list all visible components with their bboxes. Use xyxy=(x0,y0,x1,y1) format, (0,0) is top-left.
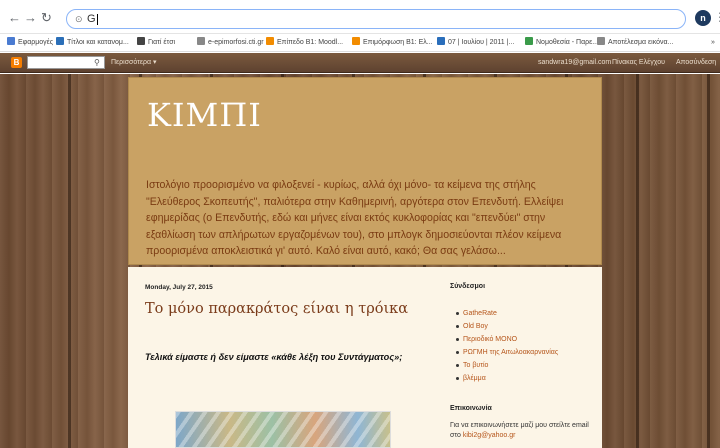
sidebar-link-item[interactable]: Το βυτίο xyxy=(456,359,558,372)
sidebar-link-item[interactable]: ΡΩΓΜΗ της Αιτωλοακαρνανίας xyxy=(456,346,558,359)
address-text: G xyxy=(87,13,96,25)
bookmark-label: Γιατί έτσι xyxy=(148,39,176,46)
bookmarks-bar: Εφαρμογές Τίτλοι και κατανομ... Γιατί έτσι… xyxy=(0,34,720,52)
bookmark-label: Εφαρμογές xyxy=(18,39,54,46)
document-icon xyxy=(197,37,205,45)
user-email: sandwra19@gmail.com xyxy=(538,59,612,66)
more-menu-link[interactable]: Περισσότερα ▾ xyxy=(111,58,157,68)
bookmark-item[interactable]: Νομοθεσία - Παρε... xyxy=(525,37,598,48)
profile-avatar[interactable]: n xyxy=(695,10,711,26)
post-subtitle: Τελικά είμαστε ή δεν είμαστε «κάθε λέξη … xyxy=(145,352,403,362)
blog-header: ΚΙΜΠΙ Ιστολόγιο προορισμένο να φιλοξενεί… xyxy=(128,77,602,265)
apps-grid-icon xyxy=(7,37,15,45)
bookmark-label: Αποτέλεσμα εικόνα... xyxy=(608,39,674,46)
wordpress-icon xyxy=(437,37,445,45)
links-list: GatheRate Old Boy Περιοδικό ΜΟΝΟ ΡΩΓΜΗ της … xyxy=(456,307,558,385)
bookmark-item[interactable]: Αποτέλεσμα εικόνα... xyxy=(597,37,673,48)
figure-icon xyxy=(525,37,533,45)
signout-link[interactable]: Αποσύνδεση xyxy=(676,58,716,68)
post-image[interactable] xyxy=(175,411,391,448)
contact-widget-title: Επικοινωνία xyxy=(450,405,492,412)
bookmark-item[interactable]: Επίπεδο Β1: Moodl... xyxy=(266,37,343,48)
bookmark-label: Νομοθεσία - Παρε... xyxy=(536,39,599,46)
site-icon xyxy=(56,37,64,45)
blog-title[interactable]: ΚΙΜΠΙ xyxy=(147,96,262,134)
dashboard-link[interactable]: Πίνακας Ελέγχου xyxy=(612,58,665,68)
more-bookmarks-button[interactable]: » xyxy=(711,37,715,48)
forward-arrow-icon[interactable]: → xyxy=(24,11,37,24)
bookmark-label: 07 | Ιουλίου | 2011 |... xyxy=(448,39,515,46)
bookmark-item[interactable]: 07 | Ιουλίου | 2011 |... xyxy=(437,37,514,48)
sidebar-link-item[interactable]: Old Boy xyxy=(456,320,558,333)
sidebar-link-item[interactable]: GatheRate xyxy=(456,307,558,320)
browser-toolbar: ← → ↻ ⊙ G n ⋮ xyxy=(0,0,720,34)
bookmark-label: Επιμόρφωση Β1: Ελ... xyxy=(363,39,433,46)
bookmark-item[interactable]: Τίτλοι και κατανομ... xyxy=(56,37,129,48)
browser-menu-icon[interactable]: ⋮ xyxy=(714,10,720,24)
moodle-icon xyxy=(266,37,274,45)
post-date: Monday, July 27, 2015 xyxy=(145,284,213,291)
blogger-navbar: B ⚲ Περισσότερα ▾ sandwra19@gmail.com Πί… xyxy=(0,53,720,73)
moodle-icon xyxy=(352,37,360,45)
blogger-logo-icon[interactable]: B xyxy=(11,57,22,68)
blog-description: Ιστολόγιο προορισμένο να φιλοξενεί - κυρ… xyxy=(146,179,564,257)
search-icon[interactable]: ⚲ xyxy=(94,56,100,69)
bookmark-label: e-epimorfosi.cti.gr xyxy=(208,39,264,46)
main-content: Monday, July 27, 2015 Το μόνο παρακράτος… xyxy=(128,267,602,448)
links-widget-title: Σύνδεσμοι xyxy=(450,283,486,290)
document-icon xyxy=(597,37,605,45)
search-engine-icon: ⊙ xyxy=(75,14,83,24)
contact-text: Για να επικοινωνήσετε μαζί μου στείλτε e… xyxy=(450,421,590,441)
bookmark-label: Επίπεδο Β1: Moodl... xyxy=(277,39,344,46)
contact-email-link[interactable]: kibi2g@yahoo.gr xyxy=(463,432,516,439)
bookmark-item[interactable]: Γιατί έτσι xyxy=(137,37,175,48)
bookmark-label: Τίτλοι και κατανομ... xyxy=(67,39,129,46)
sidebar-link-item[interactable]: Περιοδικό ΜΟΝΟ xyxy=(456,333,558,346)
sidebar-link-item[interactable]: βλέμμα xyxy=(456,372,558,385)
back-arrow-icon[interactable]: ← xyxy=(8,11,21,24)
bookmark-item[interactable]: Επιμόρφωση Β1: Ελ... xyxy=(352,37,433,48)
text-caret xyxy=(96,13,98,25)
bookmark-item[interactable]: e-epimorfosi.cti.gr xyxy=(197,37,264,48)
page-icon xyxy=(137,37,145,45)
post-title[interactable]: Το μόνο παρακράτος είναι η τρόικα xyxy=(145,301,408,317)
bookmark-item[interactable]: Εφαρμογές xyxy=(7,37,53,48)
address-bar[interactable]: ⊙ G xyxy=(66,9,686,29)
reload-icon[interactable]: ↻ xyxy=(41,11,52,24)
